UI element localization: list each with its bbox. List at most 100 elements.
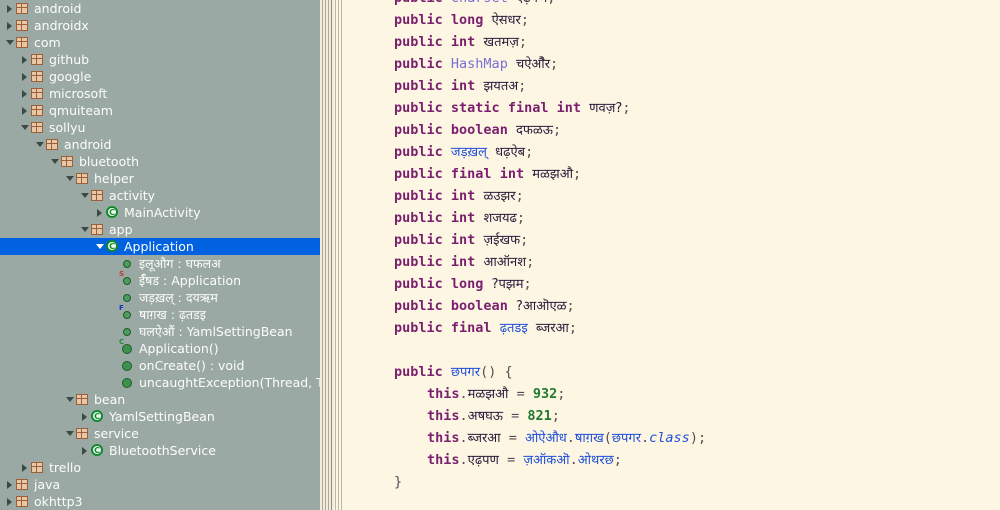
chevron-down-icon[interactable] (34, 136, 45, 153)
tree-item-field[interactable]: इलूऔग : घफलअ (0, 255, 320, 272)
chevron-down-icon[interactable] (49, 153, 60, 170)
code-line[interactable]: public Charset एढ़पण; (334, 0, 1000, 9)
class-icon: C (90, 408, 106, 425)
chevron-down-icon[interactable] (64, 391, 75, 408)
tree-item-label: android (64, 137, 112, 152)
code-line[interactable]: public static final int णवज़?; (334, 97, 1000, 119)
tree-item-field[interactable]: घलऐऔं : YamlSettingBean (0, 323, 320, 340)
tree-item-label: android (34, 1, 82, 16)
code-token: public (394, 210, 443, 226)
chevron-down-icon[interactable] (64, 170, 75, 187)
tree-item-package[interactable]: service (0, 425, 320, 442)
code-line[interactable] (334, 339, 1000, 361)
code-token: ब्जरआ (535, 321, 569, 336)
tree-item-label: androidx (34, 18, 89, 33)
tree-item-class[interactable]: C BluetoothService (0, 442, 320, 459)
tree-item-method[interactable]: onCreate() : void (0, 357, 320, 374)
code-line[interactable]: public long ऐसधर; (334, 9, 1000, 31)
code-token: public (394, 56, 443, 72)
code-token: षाग़ख (574, 431, 604, 446)
code-line[interactable]: public HashMap चऐऔेर; (334, 53, 1000, 75)
tree-item-method[interactable]: uncaughtException(Thread, Thro (0, 374, 320, 391)
chevron-right-icon[interactable] (19, 459, 30, 476)
tree-item-package[interactable]: androidx (0, 17, 320, 34)
tree-item-package[interactable]: java (0, 476, 320, 493)
code-line[interactable]: public final ढ़तडइ ब्जरआ; (334, 317, 1000, 339)
chevron-right-icon[interactable] (19, 51, 30, 68)
chevron-right-icon[interactable] (4, 493, 15, 510)
code-line[interactable]: this.ब्जरआ = ओऐऔध.षाग़ख(छपगर.class); (334, 427, 1000, 449)
code-line[interactable]: public boolean ?आऒएळ; (334, 295, 1000, 317)
tree-item-package[interactable]: com (0, 34, 320, 51)
tree-item-field[interactable]: S ईऀषड : Application (0, 270, 320, 289)
code-line[interactable]: public boolean दफळऊ; (334, 119, 1000, 141)
code-line[interactable]: public जड़ख़ल् धढ़ऐब; (334, 141, 1000, 163)
chevron-right-icon[interactable] (4, 0, 15, 17)
chevron-right-icon[interactable] (4, 17, 15, 34)
tree-item-field[interactable]: जड़ख़ल् : दयऋम (0, 289, 320, 306)
code-token: ढ़तडइ (499, 321, 528, 336)
chevron-down-icon[interactable] (19, 119, 30, 136)
code-line[interactable]: public int शजयढ; (334, 207, 1000, 229)
tree-item-package[interactable]: qmuiteam (0, 102, 320, 119)
code-line[interactable]: public long ?पझम; (334, 273, 1000, 295)
code-line[interactable]: this.मळझऔ = 932; (334, 383, 1000, 405)
tree-item-class[interactable]: C Application (0, 238, 320, 255)
code-token: static (450, 100, 500, 116)
chevron-down-icon[interactable] (79, 187, 90, 204)
modifier-badge-s-icon: S (119, 270, 125, 278)
chevron-right-icon[interactable] (19, 68, 30, 85)
package-icon (90, 221, 106, 238)
chevron-down-icon[interactable] (94, 238, 105, 255)
code-line[interactable]: public int ळउझर; (334, 185, 1000, 207)
code-token: ऐसधर (491, 13, 521, 28)
code-line[interactable]: public int आऑनश; (334, 251, 1000, 273)
code-line[interactable]: this.एढ़पण = ज़ऑकऒ.ओथरछ; (334, 449, 1000, 471)
code-token: ; (547, 0, 555, 6)
code-line[interactable]: public छपगर() { (334, 361, 1000, 383)
chevron-right-icon[interactable] (94, 204, 105, 221)
package-icon (15, 34, 31, 51)
tree-item-package[interactable]: microsoft (0, 85, 320, 102)
tree-item-package[interactable]: okhttp3 (0, 493, 320, 510)
tree-item-class[interactable]: C MainActivity (0, 204, 320, 221)
tree-item-method[interactable]: C Application() (0, 339, 320, 357)
chevron-right-icon[interactable] (79, 408, 90, 425)
tree-item-package[interactable]: github (0, 51, 320, 68)
tree-item-label: YamlSettingBean (109, 409, 215, 424)
chevron-down-icon[interactable] (79, 221, 90, 238)
code-editor[interactable]: public Charset एढ़पण;public long ऐसधर;pu… (334, 0, 1000, 510)
tree-item-package[interactable]: app (0, 221, 320, 238)
chevron-right-icon[interactable] (79, 442, 90, 459)
tree-item-package[interactable]: activity (0, 187, 320, 204)
tree-item-package[interactable]: android (0, 0, 320, 17)
code-token: final (507, 100, 549, 116)
code-line[interactable]: public int खतमज़; (334, 31, 1000, 53)
code-line[interactable]: this.अषघऊ = 821; (334, 405, 1000, 427)
chevron-right-icon[interactable] (19, 102, 30, 119)
tree-item-package[interactable]: google (0, 68, 320, 85)
chevron-right-icon[interactable] (4, 476, 15, 493)
chevron-down-icon[interactable] (64, 425, 75, 442)
tree-item-package[interactable]: helper (0, 170, 320, 187)
code-line[interactable]: } (334, 471, 1000, 493)
code-token: मळझऔ (467, 387, 509, 402)
code-line[interactable]: public int ज़ईखफ; (334, 229, 1000, 251)
tree-item-package[interactable]: android (0, 136, 320, 153)
tree-item-package[interactable]: bluetooth (0, 153, 320, 170)
tree-item-package[interactable]: trello (0, 459, 320, 476)
chevron-right-icon[interactable] (19, 85, 30, 102)
code-token: धढ़ऐब (495, 145, 526, 160)
tree-item-package[interactable]: sollyu (0, 119, 320, 136)
code-line[interactable]: public int झयतअ‌; (334, 75, 1000, 97)
tree-item-field[interactable]: F षाग़ख : ढ़तडइ (0, 305, 320, 323)
tree-item-package[interactable]: bean (0, 391, 320, 408)
code-token: = (503, 408, 528, 424)
code-line[interactable]: public final int मळझऔ; (334, 163, 1000, 185)
package-explorer-panel[interactable]: android androidx com github google microsoft q… (0, 0, 320, 510)
tree-item-class[interactable]: C YamlSettingBean (0, 408, 320, 425)
chevron-down-icon[interactable] (4, 34, 15, 51)
